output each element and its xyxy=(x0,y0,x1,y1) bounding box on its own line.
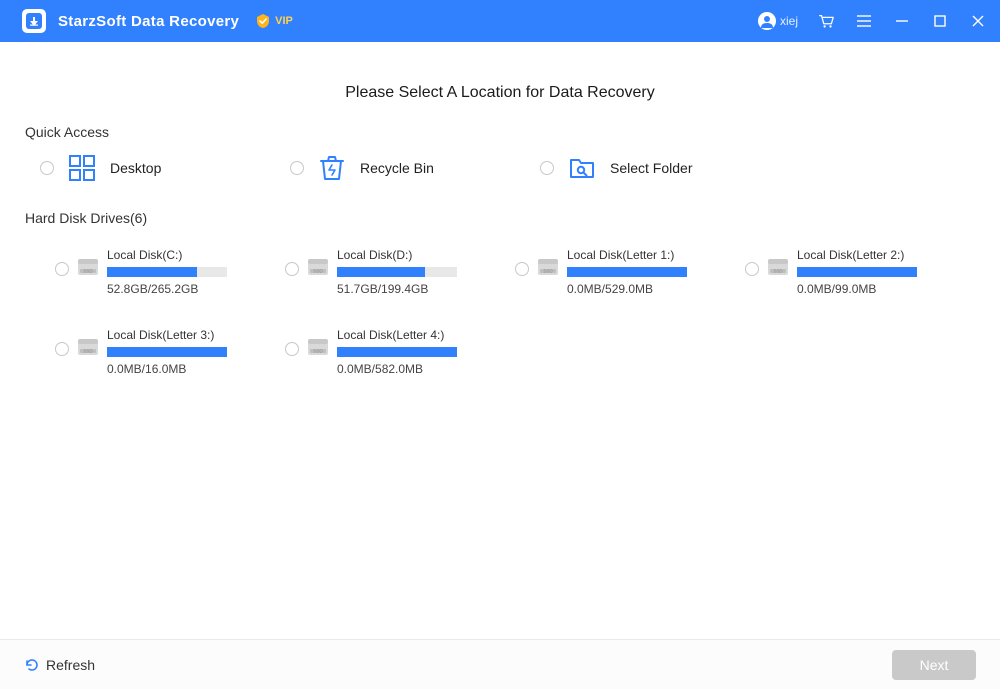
drive-name: Local Disk(C:) xyxy=(107,248,227,262)
cart-button[interactable] xyxy=(816,11,836,31)
drive-item[interactable]: SSD Local Disk(Letter 4:) 0.0MB/582.0MB xyxy=(285,328,515,376)
drive-usage-text: 0.0MB/582.0MB xyxy=(337,362,457,376)
drive-info: Local Disk(Letter 2:) 0.0MB/99.0MB xyxy=(797,248,917,296)
drive-usage-bar xyxy=(337,347,457,357)
window-maximize-button[interactable] xyxy=(930,11,950,31)
quick-label-select-folder: Select Folder xyxy=(610,160,692,176)
app-title: StarzSoft Data Recovery xyxy=(58,13,239,30)
drive-usage-text: 51.7GB/199.4GB xyxy=(337,282,457,296)
refresh-button[interactable]: Refresh xyxy=(24,657,95,673)
desktop-icon xyxy=(66,152,98,184)
drive-name: Local Disk(Letter 1:) xyxy=(567,248,687,262)
page-heading: Please Select A Location for Data Recove… xyxy=(25,84,975,102)
maximize-icon xyxy=(933,14,947,28)
drive-usage-text: 0.0MB/16.0MB xyxy=(107,362,227,376)
footer: Refresh Next xyxy=(0,639,1000,689)
quick-access-label: Quick Access xyxy=(25,124,975,140)
drive-item[interactable]: SSD Local Disk(C:) 52.8GB/265.2GB xyxy=(55,248,285,296)
refresh-icon xyxy=(24,657,40,673)
next-button-label: Next xyxy=(920,657,949,673)
drive-info: Local Disk(C:) 52.8GB/265.2GB xyxy=(107,248,227,296)
drive-item[interactable]: SSD Local Disk(Letter 2:) 0.0MB/99.0MB xyxy=(745,248,975,296)
ssd-icon: SSD xyxy=(307,258,329,278)
radio-select-folder[interactable] xyxy=(540,161,554,175)
svg-text:SSD: SSD xyxy=(83,269,93,274)
recycle-bin-icon xyxy=(316,152,348,184)
drive-usage-bar xyxy=(797,267,917,277)
window-minimize-button[interactable] xyxy=(892,11,912,31)
drive-radio[interactable] xyxy=(55,342,69,356)
quick-access-row: Desktop Recycle Bin xyxy=(25,152,975,184)
window-close-button[interactable] xyxy=(968,11,988,31)
drive-info: Local Disk(Letter 3:) 0.0MB/16.0MB xyxy=(107,328,227,376)
drive-usage-bar xyxy=(107,267,227,277)
next-button[interactable]: Next xyxy=(892,650,976,680)
vip-shield-icon xyxy=(255,13,271,29)
quick-item-desktop[interactable]: Desktop xyxy=(40,152,290,184)
select-folder-icon xyxy=(566,152,598,184)
drive-usage-text: 52.8GB/265.2GB xyxy=(107,282,227,296)
vip-badge[interactable]: VIP xyxy=(255,13,293,29)
drive-radio[interactable] xyxy=(285,262,299,276)
ssd-icon: SSD xyxy=(767,258,789,278)
drive-radio[interactable] xyxy=(55,262,69,276)
drive-name: Local Disk(Letter 3:) xyxy=(107,328,227,342)
drive-radio[interactable] xyxy=(285,342,299,356)
svg-text:SSD: SSD xyxy=(313,349,323,354)
ssd-icon: SSD xyxy=(307,338,329,358)
drive-name: Local Disk(Letter 4:) xyxy=(337,328,457,342)
hamburger-icon xyxy=(855,12,873,30)
radio-desktop[interactable] xyxy=(40,161,54,175)
drive-usage-text: 0.0MB/529.0MB xyxy=(567,282,687,296)
ssd-icon: SSD xyxy=(77,258,99,278)
close-icon xyxy=(971,14,985,28)
drive-name: Local Disk(Letter 2:) xyxy=(797,248,917,262)
ssd-icon: SSD xyxy=(537,258,559,278)
hard-drives-label: Hard Disk Drives(6) xyxy=(25,210,975,226)
drive-name: Local Disk(D:) xyxy=(337,248,457,262)
drives-grid: SSD Local Disk(C:) 52.8GB/265.2GB SSD Lo… xyxy=(25,238,975,376)
drive-usage-text: 0.0MB/99.0MB xyxy=(797,282,917,296)
menu-button[interactable] xyxy=(854,11,874,31)
drive-item[interactable]: SSD Local Disk(Letter 1:) 0.0MB/529.0MB xyxy=(515,248,745,296)
svg-text:SSD: SSD xyxy=(313,269,323,274)
drive-info: Local Disk(D:) 51.7GB/199.4GB xyxy=(337,248,457,296)
quick-item-select-folder[interactable]: Select Folder xyxy=(540,152,790,184)
user-name: xiej xyxy=(780,14,798,28)
radio-recycle-bin[interactable] xyxy=(290,161,304,175)
user-account-button[interactable]: xiej xyxy=(758,12,798,30)
svg-text:SSD: SSD xyxy=(773,269,783,274)
drive-item[interactable]: SSD Local Disk(Letter 3:) 0.0MB/16.0MB xyxy=(55,328,285,376)
ssd-icon: SSD xyxy=(77,338,99,358)
drive-info: Local Disk(Letter 1:) 0.0MB/529.0MB xyxy=(567,248,687,296)
drive-usage-bar xyxy=(337,267,457,277)
refresh-label: Refresh xyxy=(46,657,95,673)
vip-label: VIP xyxy=(275,15,293,27)
drive-usage-bar xyxy=(107,347,227,357)
app-logo-icon xyxy=(22,9,46,33)
quick-item-recycle-bin[interactable]: Recycle Bin xyxy=(290,152,540,184)
drive-radio[interactable] xyxy=(515,262,529,276)
main-area: Please Select A Location for Data Recove… xyxy=(0,42,1000,639)
drive-info: Local Disk(Letter 4:) 0.0MB/582.0MB xyxy=(337,328,457,376)
titlebar: StarzSoft Data Recovery VIP xiej xyxy=(0,0,1000,42)
drive-item[interactable]: SSD Local Disk(D:) 51.7GB/199.4GB xyxy=(285,248,515,296)
quick-label-desktop: Desktop xyxy=(110,160,161,176)
cart-icon xyxy=(817,12,835,30)
drive-radio[interactable] xyxy=(745,262,759,276)
svg-text:SSD: SSD xyxy=(543,269,553,274)
drive-usage-bar xyxy=(567,267,687,277)
minimize-icon xyxy=(894,13,910,29)
user-avatar-icon xyxy=(758,12,776,30)
quick-label-recycle-bin: Recycle Bin xyxy=(360,160,434,176)
svg-text:SSD: SSD xyxy=(83,349,93,354)
